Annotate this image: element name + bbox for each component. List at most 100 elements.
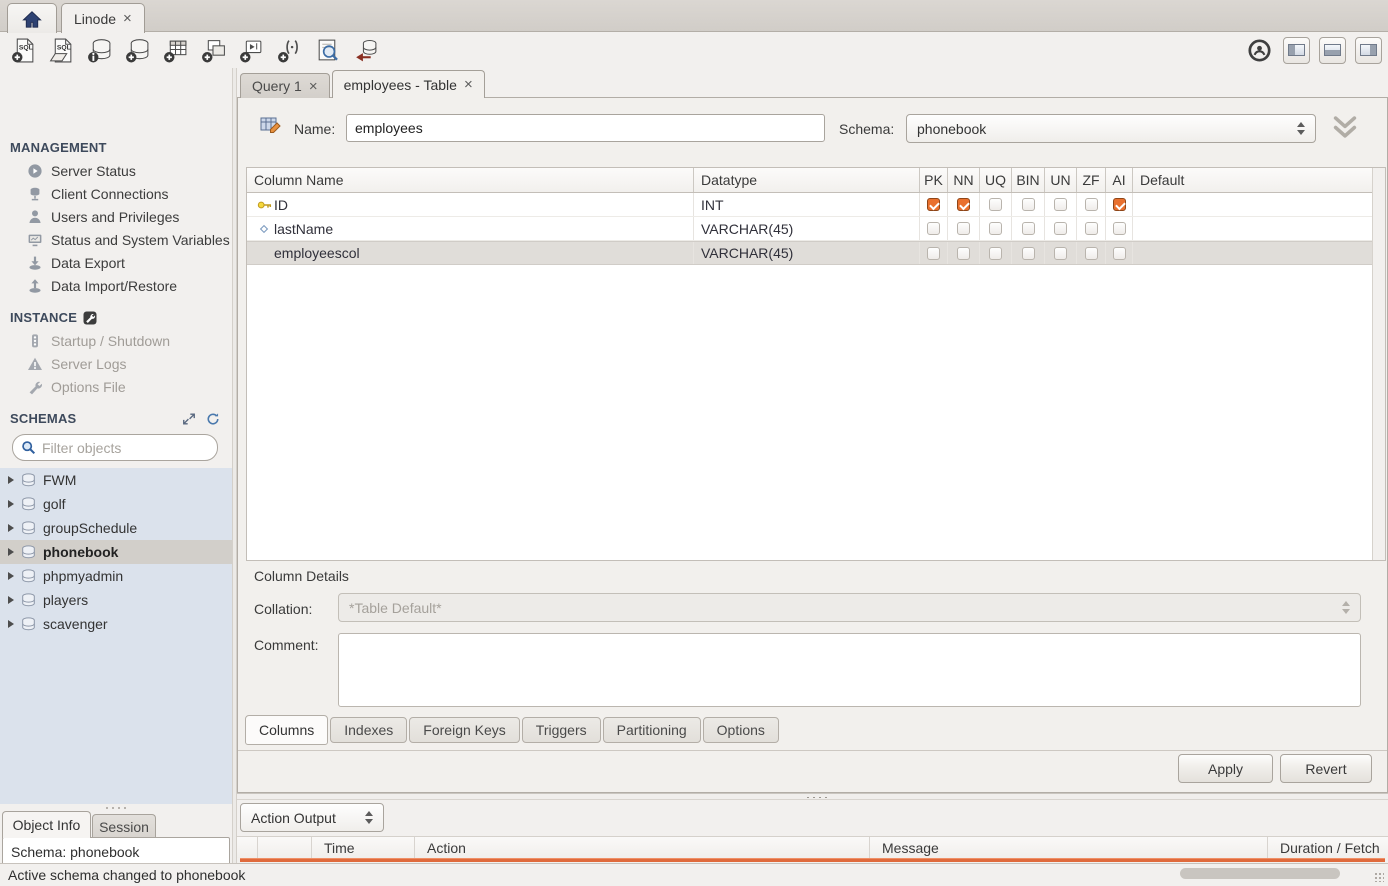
- splitter-handle[interactable]: [805, 796, 827, 799]
- sidebar-item-users-privileges[interactable]: Users and Privileges: [0, 206, 232, 228]
- tab-triggers[interactable]: Triggers: [522, 717, 601, 743]
- un-checkbox[interactable]: [1054, 247, 1067, 260]
- tab-foreign-keys[interactable]: Foreign Keys: [409, 717, 519, 743]
- pk-checkbox[interactable]: [927, 222, 940, 235]
- expander-icon[interactable]: [8, 572, 14, 580]
- schema-row-phonebook[interactable]: phonebook: [0, 540, 232, 564]
- toggle-right-sidebar-button[interactable]: [1355, 37, 1382, 64]
- zf-checkbox[interactable]: [1085, 247, 1098, 260]
- default-value-cell[interactable]: [1133, 193, 1372, 216]
- tab-session[interactable]: Session: [92, 814, 156, 838]
- bin-checkbox[interactable]: [1022, 222, 1035, 235]
- schema-row-groupschedule[interactable]: groupSchedule: [0, 516, 232, 540]
- ai-checkbox[interactable]: [1113, 247, 1126, 260]
- home-tab[interactable]: [7, 3, 57, 33]
- column-row-id[interactable]: ID INT: [247, 193, 1372, 217]
- tab-employees-table[interactable]: employees - Table ×: [332, 70, 485, 98]
- expand-header-chevron-icon[interactable]: [1331, 116, 1359, 139]
- close-icon[interactable]: ×: [309, 79, 318, 94]
- tab-options[interactable]: Options: [703, 717, 779, 743]
- uq-checkbox[interactable]: [989, 247, 1002, 260]
- table-name-input[interactable]: [346, 114, 825, 142]
- grid-vertical-scrollbar[interactable]: [1372, 168, 1385, 560]
- tab-columns[interactable]: Columns: [245, 715, 328, 745]
- schema-row-players[interactable]: players: [0, 588, 232, 612]
- default-value-cell[interactable]: [1133, 217, 1372, 240]
- expander-icon[interactable]: [8, 596, 14, 604]
- schema-row-phpmyadmin[interactable]: phpmyadmin: [0, 564, 232, 588]
- nn-checkbox[interactable]: [957, 247, 970, 260]
- un-checkbox[interactable]: [1054, 198, 1067, 211]
- comment-textarea[interactable]: [338, 633, 1361, 707]
- nn-checkbox[interactable]: [957, 222, 970, 235]
- sidebar-item-server-logs[interactable]: Server Logs: [0, 353, 232, 375]
- revert-button[interactable]: Revert: [1280, 754, 1372, 783]
- schema-filter-input[interactable]: [42, 440, 192, 456]
- new-query-tab-button[interactable]: SQL: [8, 35, 38, 65]
- un-checkbox[interactable]: [1054, 222, 1067, 235]
- expand-schemas-icon[interactable]: [182, 412, 196, 426]
- sidebar-item-server-status[interactable]: Server Status: [0, 160, 232, 182]
- default-value-cell[interactable]: [1133, 242, 1372, 264]
- sidebar-item-client-connections[interactable]: Client Connections: [0, 183, 232, 205]
- zf-checkbox[interactable]: [1085, 198, 1098, 211]
- close-icon[interactable]: ×: [123, 11, 132, 26]
- create-table-button[interactable]: [160, 35, 190, 65]
- create-function-button[interactable]: [274, 35, 304, 65]
- sidebar-item-data-export[interactable]: Data Export: [0, 252, 232, 274]
- tab-indexes[interactable]: Indexes: [330, 717, 407, 743]
- toggle-left-sidebar-button[interactable]: [1283, 37, 1310, 64]
- sidebar-item-data-import[interactable]: Data Import/Restore: [0, 275, 232, 297]
- schema-filter-box[interactable]: [12, 434, 218, 461]
- expander-icon[interactable]: [8, 476, 14, 484]
- tab-partitioning[interactable]: Partitioning: [603, 717, 701, 743]
- create-procedure-button[interactable]: [236, 35, 266, 65]
- schema-row-scavenger[interactable]: scavenger: [0, 612, 232, 636]
- apply-button[interactable]: Apply: [1178, 754, 1273, 783]
- ai-checkbox[interactable]: [1113, 222, 1126, 235]
- bin-checkbox[interactable]: [1022, 198, 1035, 211]
- expander-icon[interactable]: [8, 500, 14, 508]
- pk-checkbox[interactable]: [927, 198, 940, 211]
- column-row-lastname[interactable]: lastName VARCHAR(45): [247, 217, 1372, 241]
- reconnect-dbms-button[interactable]: [350, 35, 380, 65]
- window-resize-grip[interactable]: [1374, 872, 1384, 882]
- close-icon[interactable]: ×: [464, 77, 473, 92]
- column-row-employeescol[interactable]: employeescol VARCHAR(45): [247, 241, 1372, 265]
- ai-checkbox[interactable]: [1113, 198, 1126, 211]
- schema-combobox[interactable]: phonebook: [906, 114, 1316, 143]
- zf-checkbox[interactable]: [1085, 222, 1098, 235]
- toggle-bottom-panel-button[interactable]: [1319, 37, 1346, 64]
- pk-checkbox[interactable]: [927, 247, 940, 260]
- expander-icon[interactable]: [8, 620, 14, 628]
- expander-icon[interactable]: [8, 548, 14, 556]
- navigator-sidebar: MANAGEMENT Server Status Client Connecti…: [0, 68, 232, 863]
- collation-combobox[interactable]: *Table Default*: [338, 593, 1361, 622]
- spinner-arrows-icon[interactable]: [1297, 122, 1305, 135]
- output-horizontal-scrollbar[interactable]: [1180, 868, 1340, 879]
- sidebar-item-startup-shutdown[interactable]: Startup / Shutdown: [0, 330, 232, 352]
- create-schema-button[interactable]: [122, 35, 152, 65]
- schema-row-golf[interactable]: golf: [0, 492, 232, 516]
- uq-checkbox[interactable]: [989, 198, 1002, 211]
- create-view-button[interactable]: [198, 35, 228, 65]
- inspect-database-button[interactable]: [84, 35, 114, 65]
- tab-query-1[interactable]: Query 1 ×: [240, 73, 330, 98]
- bin-checkbox[interactable]: [1022, 247, 1035, 260]
- expander-icon[interactable]: [8, 524, 14, 532]
- tab-object-info[interactable]: Object Info: [2, 811, 91, 838]
- nn-checkbox[interactable]: [957, 198, 970, 211]
- uq-checkbox[interactable]: [989, 222, 1002, 235]
- schema-row-fwm[interactable]: FWM: [0, 468, 232, 492]
- connection-tab[interactable]: Linode ×: [61, 3, 145, 33]
- spinner-arrows-icon[interactable]: [365, 811, 373, 824]
- open-sql-script-button[interactable]: SQL: [46, 35, 76, 65]
- refresh-schemas-icon[interactable]: [206, 412, 220, 426]
- sidebar-item-options-file[interactable]: Options File: [0, 376, 232, 398]
- output-splitter[interactable]: [237, 793, 1388, 800]
- sidebar-splitter-handle[interactable]: [104, 806, 128, 810]
- output-selector-combobox[interactable]: Action Output: [240, 803, 384, 832]
- search-table-data-button[interactable]: [312, 35, 342, 65]
- sidebar-item-system-variables[interactable]: Status and System Variables: [0, 229, 232, 251]
- workbench-user-button[interactable]: [1244, 35, 1274, 65]
